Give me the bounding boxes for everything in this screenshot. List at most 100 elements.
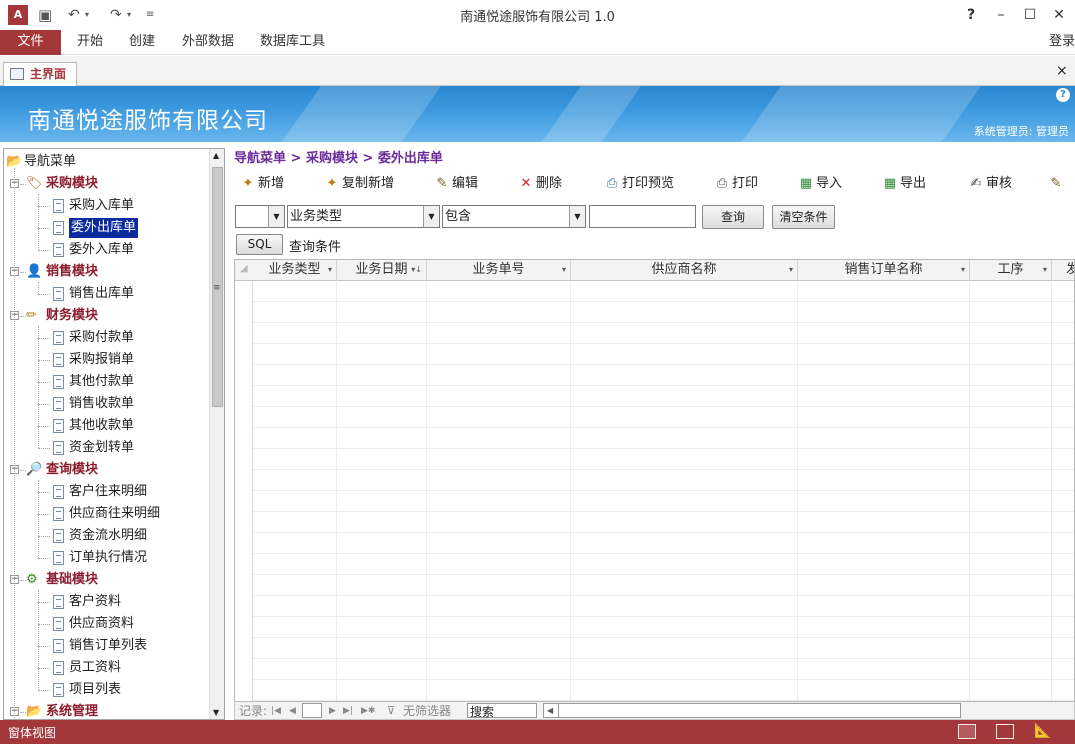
tab-home[interactable]: 开始 bbox=[77, 30, 103, 55]
column-header[interactable]: 工序 ▾ bbox=[970, 260, 1052, 281]
new-button[interactable]: ✦ 新增 bbox=[240, 174, 284, 194]
navigation-tree[interactable]: 📂 导航菜单 🏷 采购模块 − 采购入库单 委外出库单 委外入库单 👤 销售模块 − 销售出库单 ✏ 财务… bbox=[3, 148, 225, 720]
column-dropdown-icon[interactable]: ▾ bbox=[1043, 260, 1047, 280]
sort-descending-icon[interactable]: ▾↓ bbox=[411, 260, 422, 280]
column-dropdown-icon[interactable]: ▾ bbox=[562, 260, 566, 280]
horizontal-scrollbar[interactable]: ◀ bbox=[543, 703, 961, 718]
column-dropdown-icon[interactable]: ▾ bbox=[961, 260, 965, 280]
column-header-label: 业务日期 bbox=[355, 262, 408, 277]
design-view-icon[interactable]: 📐 bbox=[1034, 724, 1052, 739]
column-dropdown-icon[interactable]: ▾ bbox=[328, 260, 332, 280]
import-icon: ▦ bbox=[799, 176, 813, 191]
tree-item[interactable]: 委外出库单 bbox=[67, 217, 140, 239]
edit-button[interactable]: ✎ 编辑 bbox=[434, 174, 478, 194]
close-tab-button[interactable]: × bbox=[1056, 63, 1068, 79]
document-icon bbox=[53, 221, 64, 235]
tab-external-data[interactable]: 外部数据 bbox=[182, 30, 234, 55]
grid-row-line bbox=[253, 302, 1074, 323]
tree-item[interactable]: 资金流水明细 bbox=[69, 526, 147, 546]
current-record-input[interactable] bbox=[302, 703, 322, 718]
column-dropdown-icon[interactable]: ▾ bbox=[789, 260, 793, 280]
tree-item[interactable]: 委外入库单 bbox=[69, 240, 134, 260]
tree-item[interactable]: 供应商资料 bbox=[69, 614, 134, 634]
tree-connector bbox=[38, 360, 50, 361]
scroll-left-icon[interactable]: ◀ bbox=[547, 703, 553, 719]
help-icon[interactable]: ? bbox=[1056, 88, 1070, 102]
minimize-button[interactable]: – bbox=[988, 4, 1014, 26]
last-record-icon[interactable]: ▶| bbox=[343, 703, 353, 719]
chevron-down-icon[interactable]: ▼ bbox=[569, 206, 585, 227]
logic-select[interactable]: ▼ bbox=[235, 205, 285, 228]
tree-module-label: 系统管理 bbox=[46, 704, 99, 719]
tree-item[interactable]: 其他付款单 bbox=[69, 372, 134, 392]
tree-connector bbox=[38, 514, 50, 515]
form-view-icon[interactable] bbox=[958, 724, 976, 739]
audit-button[interactable]: ✍ 审核 bbox=[968, 174, 1012, 194]
tree-item[interactable]: 采购付款单 bbox=[69, 328, 134, 348]
header-banner: 南通悦途服饰有限公司 ? 系统管理员: 管理员 bbox=[0, 86, 1075, 142]
tree-item[interactable]: 销售订单列表 bbox=[69, 636, 147, 656]
tab-file[interactable]: 文件 bbox=[0, 30, 61, 55]
tree-item[interactable]: 采购报销单 bbox=[69, 350, 134, 370]
tree-item[interactable]: 客户往来明细 bbox=[69, 482, 147, 502]
prev-record-icon[interactable]: ◀ bbox=[289, 703, 296, 719]
column-header[interactable]: 供应商名称 ▾ bbox=[571, 260, 798, 281]
scroll-up-icon[interactable]: ▲ bbox=[213, 151, 219, 160]
tab-database-tools[interactable]: 数据库工具 bbox=[260, 30, 325, 55]
tab-create[interactable]: 创建 bbox=[129, 30, 155, 55]
tree-item[interactable]: 员工资料 bbox=[69, 658, 121, 678]
document-icon bbox=[53, 661, 64, 675]
delete-button[interactable]: ✕ 删除 bbox=[518, 174, 562, 194]
value-input[interactable] bbox=[589, 205, 696, 228]
tree-item[interactable]: 客户资料 bbox=[69, 592, 121, 612]
close-window-button[interactable]: ✕ bbox=[1046, 4, 1072, 26]
tree-item[interactable]: 资金划转单 bbox=[69, 438, 134, 458]
column-header[interactable]: 销售订单名称 ▾ bbox=[798, 260, 970, 281]
column-header-label: 业务单号 bbox=[472, 262, 525, 277]
print-button[interactable]: ⎙ 打印 bbox=[714, 174, 758, 194]
import-button[interactable]: ▦ 导入 bbox=[798, 174, 842, 194]
tab-main-form[interactable]: 主界面 bbox=[3, 62, 77, 86]
folder-icon: 📂 bbox=[26, 704, 43, 719]
field-select[interactable]: 业务类型 ▼ bbox=[287, 205, 440, 228]
record-selector-column[interactable] bbox=[235, 281, 253, 701]
chevron-down-icon[interactable]: ▼ bbox=[268, 206, 284, 227]
tree-item[interactable]: 销售收款单 bbox=[69, 394, 134, 414]
next-record-icon[interactable]: ▶ bbox=[329, 703, 336, 719]
grid-row-line bbox=[253, 512, 1074, 533]
tree-connector bbox=[38, 228, 50, 229]
tree-scrollbar[interactable]: ▲ ≡ ▼ bbox=[209, 149, 224, 719]
chevron-down-icon[interactable]: ▼ bbox=[423, 206, 439, 227]
more-button[interactable]: ✎ bbox=[1048, 174, 1066, 194]
column-header[interactable]: 发 bbox=[1052, 260, 1074, 281]
no-filter-indicator[interactable]: 无筛选器 bbox=[403, 703, 451, 719]
datasheet-grid[interactable]: ◢ 业务类型▾业务日期▾↓业务单号▾供应商名称▾销售订单名称▾工序▾发 bbox=[234, 259, 1075, 702]
search-box[interactable]: 搜索 bbox=[467, 703, 537, 719]
tree-item[interactable]: 项目列表 bbox=[69, 680, 121, 700]
tree-item[interactable]: 采购入库单 bbox=[69, 196, 134, 216]
sql-button[interactable]: SQL bbox=[236, 234, 283, 255]
document-icon bbox=[53, 331, 64, 345]
column-header[interactable]: 业务日期 ▾↓ bbox=[337, 260, 427, 281]
first-record-icon[interactable]: |◀ bbox=[271, 703, 281, 719]
datasheet-view-icon[interactable] bbox=[996, 724, 1014, 739]
maximize-button[interactable]: ☐ bbox=[1017, 4, 1043, 26]
print-preview-button[interactable]: ⎙ 打印预览 bbox=[604, 174, 674, 194]
export-button[interactable]: ▦ 导出 bbox=[882, 174, 926, 194]
tree-item[interactable]: 其他收款单 bbox=[69, 416, 134, 436]
column-header[interactable]: 业务类型 ▾ bbox=[253, 260, 337, 281]
tree-item[interactable]: 供应商往来明细 bbox=[69, 504, 160, 524]
tree-item[interactable]: 销售出库单 bbox=[69, 284, 134, 304]
column-header[interactable]: 业务单号 ▾ bbox=[427, 260, 571, 281]
query-button[interactable]: 查询 bbox=[702, 205, 764, 229]
clear-conditions-button[interactable]: 清空条件 bbox=[772, 205, 835, 229]
tree-item[interactable]: 订单执行情况 bbox=[69, 548, 147, 568]
help-button[interactable]: ? bbox=[958, 4, 984, 26]
login-link[interactable]: 登录 bbox=[1049, 30, 1075, 55]
tree-module-label: 基础模块 bbox=[46, 572, 99, 587]
select-all-icon[interactable]: ◢ bbox=[240, 263, 248, 274]
new-record-icon[interactable]: ▶✱ bbox=[361, 703, 375, 719]
operator-select[interactable]: 包含 ▼ bbox=[442, 205, 586, 228]
copy-new-button[interactable]: ✦ 复制新增 bbox=[324, 174, 394, 194]
scroll-down-icon[interactable]: ▼ bbox=[213, 708, 219, 717]
